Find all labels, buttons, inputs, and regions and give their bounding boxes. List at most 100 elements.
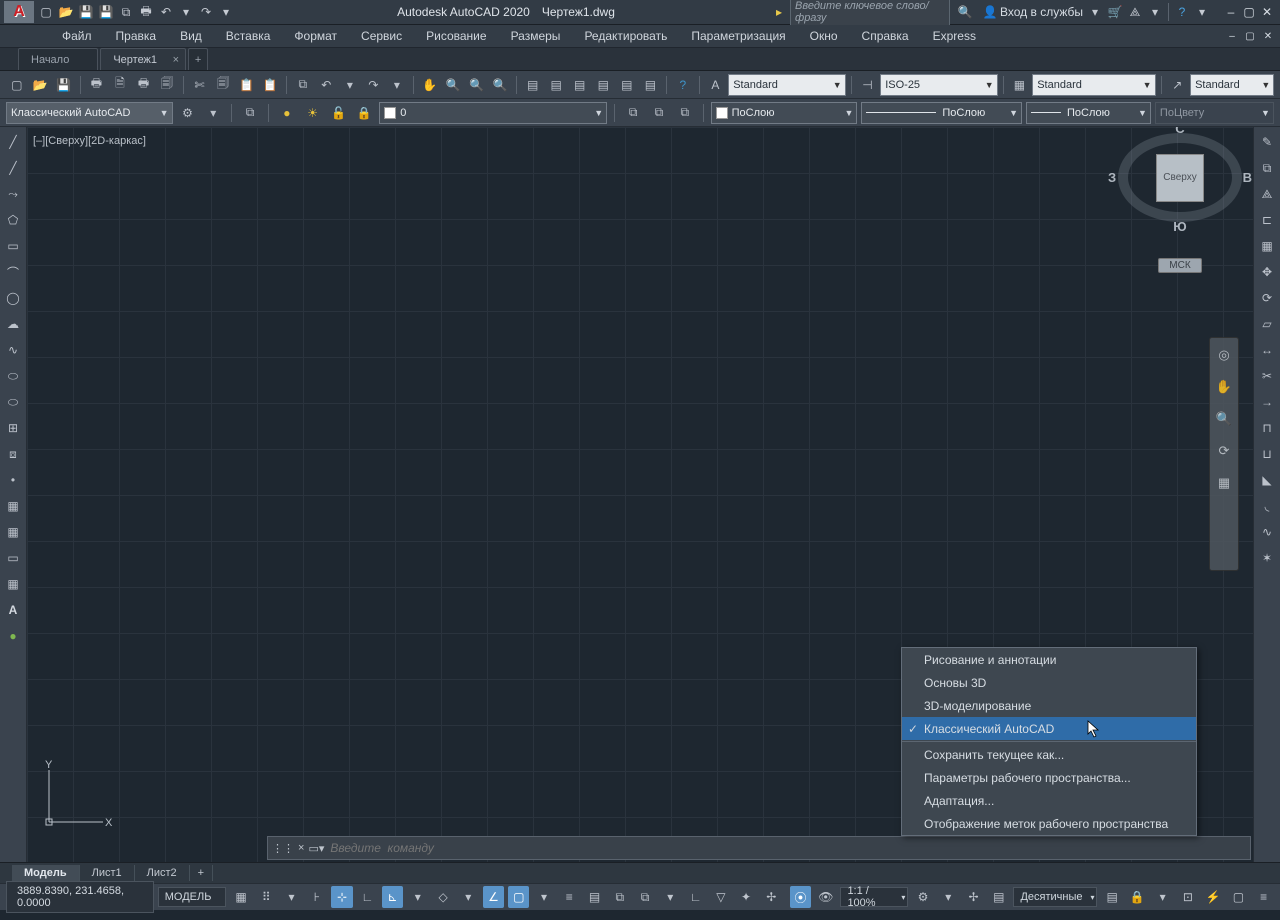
units-combo[interactable]: Десятичные▾ (1013, 887, 1097, 907)
ws-dd-icon[interactable]: ▾ (202, 102, 224, 124)
xline-icon[interactable]: ╱ (2, 157, 24, 179)
ws-menu-labels[interactable]: Отображение меток рабочего пространства (902, 812, 1196, 835)
coordinates-readout[interactable]: 3889.8390, 231.4658, 0.0000 (6, 881, 154, 913)
sheetset-icon[interactable]: ▤ (593, 74, 615, 96)
doc-close-button[interactable]: ✕ (1260, 29, 1276, 43)
cmd-close-icon[interactable]: × (298, 842, 304, 854)
text-style-combo[interactable]: Standard▼ (728, 74, 845, 96)
ws-switch-icon[interactable]: ⚙ (912, 886, 933, 908)
a360-icon[interactable]: ⟁ (1126, 3, 1144, 21)
compass-south[interactable]: Ю (1173, 219, 1186, 234)
osnap-dd-icon[interactable]: ▾ (533, 886, 554, 908)
qat-dd2-icon[interactable]: ▾ (217, 3, 235, 21)
save-icon[interactable]: 💾 (53, 74, 75, 96)
menu-dimension[interactable]: Размеры (499, 26, 573, 46)
hwacc-icon[interactable]: ⚡ (1202, 886, 1223, 908)
menu-view[interactable]: Вид (168, 26, 214, 46)
close-tab-icon[interactable]: × (173, 54, 179, 66)
help2-icon[interactable]: ? (672, 74, 694, 96)
properties-icon[interactable]: ▤ (522, 74, 544, 96)
lwt-toggle-icon[interactable]: ≡ (559, 886, 580, 908)
cut-icon[interactable]: ✄ (189, 74, 211, 96)
extend-icon[interactable]: → (1256, 391, 1278, 413)
annomon2-icon[interactable]: ✢ (963, 886, 984, 908)
zoom-win-icon[interactable]: 🔍 (466, 74, 488, 96)
space-indicator[interactable]: МОДЕЛЬ (158, 887, 227, 907)
compass-east[interactable]: В (1243, 170, 1252, 185)
compass-north[interactable]: С (1175, 127, 1184, 136)
search-box[interactable]: Введите ключевое слово/фразу (790, 0, 950, 26)
minimize-button[interactable]: – (1222, 4, 1240, 20)
nav-pan-icon[interactable]: ✋ (1213, 376, 1235, 398)
view-cube[interactable]: С Ю З В Сверху МСК (1125, 133, 1235, 273)
menu-window[interactable]: Окно (798, 26, 850, 46)
app-logo[interactable]: A (4, 1, 34, 23)
menu-edit[interactable]: Правка (104, 26, 169, 46)
dwf-icon[interactable]: 🗐 (156, 74, 178, 96)
ucs-icon[interactable]: X Y (41, 762, 115, 836)
layer-mgr-icon[interactable]: ⧉ (239, 102, 261, 124)
polar-toggle-icon[interactable]: ⊾ (382, 886, 403, 908)
qat-plot-icon[interactable]: 🖶 (137, 3, 155, 21)
qat-web-icon[interactable]: ⧉ (117, 3, 135, 21)
signin-dd-icon[interactable]: ▾ (1086, 3, 1104, 21)
block-icon[interactable]: ⧈ (2, 443, 24, 465)
mleader-style-combo[interactable]: Standard▼ (1190, 74, 1274, 96)
layer-freeze-icon[interactable]: ☀ (302, 102, 324, 124)
doc-min-button[interactable]: – (1224, 29, 1240, 43)
ws-menu-customize[interactable]: Адаптация... (902, 789, 1196, 812)
scale-icon[interactable]: ▱ (1256, 313, 1278, 335)
lineweight-combo[interactable]: ПоСлою▼ (1026, 102, 1151, 124)
ws-menu-settings[interactable]: Параметры рабочего пространства... (902, 766, 1196, 789)
customize-status-icon[interactable]: ≡ (1253, 886, 1274, 908)
osnap-toggle-icon[interactable]: ▢ (508, 886, 529, 908)
layer-on-icon[interactable]: ● (276, 102, 298, 124)
layout-tab-sheet1[interactable]: Лист1 (80, 865, 135, 881)
menu-modify[interactable]: Редактировать (572, 26, 679, 46)
copy-icon[interactable]: 🗐 (212, 74, 234, 96)
layer-combo[interactable]: 0▼ (379, 102, 607, 124)
wcs-badge[interactable]: МСК (1158, 258, 1201, 273)
blend-icon[interactable]: ∿ (1256, 521, 1278, 543)
stretch-icon[interactable]: ↔ (1256, 339, 1278, 361)
ws-menu-item[interactable]: Рисование и аннотации (902, 648, 1196, 671)
mleaderstyle-icon[interactable]: ↗ (1167, 74, 1189, 96)
viewcube-face[interactable]: Сверху (1156, 154, 1204, 202)
chamfer-icon[interactable]: ◣ (1256, 469, 1278, 491)
polygon-icon[interactable]: ⬠ (2, 209, 24, 231)
calc-icon[interactable]: ▤ (640, 74, 662, 96)
plot-icon[interactable]: 🖶 (86, 74, 108, 96)
qat-saveas-icon[interactable]: 💾 (97, 3, 115, 21)
exchange-icon[interactable]: 🛒 (1106, 3, 1124, 21)
qat-open-icon[interactable]: 📂 (57, 3, 75, 21)
menu-tools[interactable]: Сервис (349, 26, 414, 46)
qat-redo-icon[interactable]: ↷ (197, 3, 215, 21)
drawing-canvas[interactable]: [–][Сверху][2D-каркас] С Ю З В Сверху МС… (27, 127, 1253, 862)
mtext-icon[interactable]: A (2, 599, 24, 621)
ws-switch-dd-icon[interactable]: ▾ (938, 886, 959, 908)
pan-icon[interactable]: ✋ (419, 74, 441, 96)
dynucs-icon[interactable]: ∟ (685, 886, 706, 908)
lockui-dd-icon[interactable]: ▾ (1152, 886, 1173, 908)
snap-dd-icon[interactable]: ▾ (281, 886, 302, 908)
array-icon[interactable]: ▦ (1256, 235, 1278, 257)
layout-tab-sheet2[interactable]: Лист2 (135, 865, 190, 881)
cycling-icon[interactable]: ⧉ (609, 886, 630, 908)
layer-prev-icon[interactable]: ⧉ (648, 102, 670, 124)
iso-dd-icon[interactable]: ▾ (458, 886, 479, 908)
qat-dd1-icon[interactable]: ▾ (177, 3, 195, 21)
publish-icon[interactable]: 🖶 (133, 74, 155, 96)
offset-icon[interactable]: ⊏ (1256, 209, 1278, 231)
ws-menu-item[interactable]: 3D-моделирование (902, 694, 1196, 717)
snap-toggle-icon[interactable]: ⠿ (256, 886, 277, 908)
move-icon[interactable]: ✥ (1256, 261, 1278, 283)
viewport-label[interactable]: [–][Сверху][2D-каркас] (33, 135, 146, 147)
workspace-combo[interactable]: Классический AutoCAD▼ (6, 102, 173, 124)
fillet-icon[interactable]: ◟ (1256, 495, 1278, 517)
qat-undo-icon[interactable]: ↶ (157, 3, 175, 21)
ws-menu-item-selected[interactable]: ✓Классический AutoCAD (902, 717, 1196, 740)
grid-toggle-icon[interactable]: ▦ (230, 886, 251, 908)
rotate-icon[interactable]: ⟳ (1256, 287, 1278, 309)
command-input[interactable] (328, 840, 1246, 856)
menu-insert[interactable]: Вставка (214, 26, 283, 46)
